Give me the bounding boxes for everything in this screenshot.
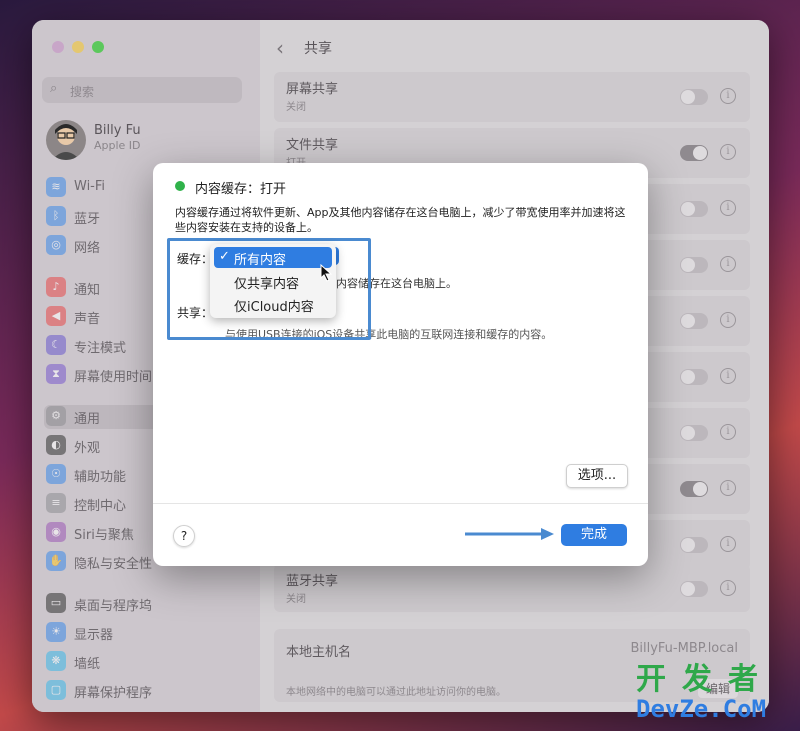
search-input[interactable]: ⌕ 搜索 — [42, 77, 242, 103]
done-button[interactable]: 完成 — [561, 524, 627, 546]
row-status: 关闭 — [286, 102, 306, 113]
info-icon[interactable]: i — [720, 256, 736, 272]
sidebar-item-label: 网络 — [74, 241, 101, 256]
service-toggle[interactable] — [680, 425, 708, 441]
service-toggle[interactable] — [680, 581, 708, 597]
siri-icon: ◉ — [46, 522, 66, 542]
sharing-row: 屏幕共享关闭 i — [274, 72, 750, 122]
appearance-icon: ◐ — [46, 435, 66, 455]
row-title: 蓝牙共享 — [286, 574, 339, 589]
sidebar-item-label: 显示器 — [74, 628, 114, 643]
user-avatar-icon — [52, 124, 80, 160]
dialog-divider — [153, 503, 648, 504]
service-toggle[interactable] — [680, 313, 708, 329]
close-window-button[interactable] — [52, 41, 64, 53]
screensaver-icon: ▢ — [46, 680, 66, 700]
service-toggle[interactable] — [680, 145, 708, 161]
gear-icon: ⚙ — [46, 406, 66, 426]
service-toggle[interactable] — [680, 201, 708, 217]
sidebar-item-16[interactable]: ▢ 屏幕保护程序 — [44, 679, 244, 703]
info-icon[interactable]: i — [720, 536, 736, 552]
wifi-icon: ≋ — [46, 177, 66, 197]
minimize-window-button[interactable] — [72, 41, 84, 53]
zoom-window-button[interactable] — [92, 41, 104, 53]
sidebar-item-label: 声音 — [74, 312, 101, 327]
search-icon: ⌕ — [50, 81, 58, 96]
page-title: 共享 — [304, 41, 332, 57]
dialog-description: 内容缓存通过将软件更新、App及其他内容储存在这台电脑上，减少了带宽使用率并加速… — [175, 206, 626, 234]
options-button[interactable]: 选项... — [566, 464, 628, 488]
hand-icon: ✋ — [46, 551, 66, 571]
info-icon[interactable]: i — [720, 88, 736, 104]
control-center-icon: ≡ — [46, 493, 66, 513]
cache-dropdown-menu: ✓ 所有内容 仅共享内容 仅iCloud内容 — [210, 244, 336, 318]
row-status: 关闭 — [286, 594, 306, 605]
help-button[interactable]: ? — [173, 525, 195, 547]
info-icon[interactable]: i — [720, 580, 736, 596]
mouse-cursor-icon — [320, 264, 333, 282]
user-subtitle: Apple ID — [94, 139, 141, 152]
menu-item-icloud-content[interactable]: 仅iCloud内容 — [214, 294, 332, 315]
info-icon[interactable]: i — [720, 200, 736, 216]
dock-icon: ▭ — [46, 593, 66, 613]
back-chevron-icon[interactable]: ‹ — [276, 36, 284, 60]
sidebar-item-label: Wi-Fi — [74, 179, 106, 194]
info-icon[interactable]: i — [720, 480, 736, 496]
status-dot — [175, 181, 185, 191]
checkmark-icon: ✓ — [219, 249, 230, 264]
sidebar-item-label: 通知 — [74, 283, 101, 298]
content-caching-dialog: 内容缓存：打开 内容缓存通过将软件更新、App及其他内容储存在这台电脑上，减少了… — [153, 163, 648, 566]
sidebar-item-label: 隐私与安全性 — [74, 557, 153, 572]
search-placeholder: 搜索 — [70, 85, 95, 99]
service-toggle[interactable] — [680, 369, 708, 385]
sidebar-item-15[interactable]: ❋ 墙纸 — [44, 650, 244, 674]
sidebar-item-label: 桌面与程序坞 — [74, 599, 153, 614]
menu-item-all-content[interactable]: ✓ 所有内容 — [214, 247, 332, 268]
globe-icon: ◎ — [46, 235, 66, 255]
sharing-row: 蓝牙共享关闭 i — [274, 564, 750, 612]
menu-item-shared-content[interactable]: 仅共享内容 — [214, 271, 332, 292]
hostname-label: 本地主机名 — [286, 645, 352, 660]
row-title: 文件共享 — [286, 138, 339, 153]
row-title: 屏幕共享 — [286, 82, 339, 97]
sidebar-item-13[interactable]: ▭ 桌面与程序坞 — [44, 592, 244, 616]
sidebar-item-label: 辅助功能 — [74, 470, 127, 485]
avatar[interactable] — [46, 120, 86, 160]
sidebar-item-label: 专注模式 — [74, 341, 127, 356]
bell-icon: ♪ — [46, 277, 66, 297]
info-icon[interactable]: i — [720, 368, 736, 384]
bluetooth-icon: ᛒ — [46, 206, 66, 226]
sidebar-item-label: 外观 — [74, 441, 101, 456]
watermark-line1: 开发者 — [636, 662, 774, 697]
sidebar-item-label: 屏幕使用时间 — [74, 370, 153, 385]
info-icon[interactable]: i — [720, 424, 736, 440]
service-toggle[interactable] — [680, 89, 708, 105]
watermark: 开发者 DevZe.CoM — [636, 662, 774, 723]
sidebar-item-label: 控制中心 — [74, 499, 127, 514]
display-icon: ☀ — [46, 622, 66, 642]
sidebar-item-label: 墙纸 — [74, 657, 101, 672]
hostname-description: 本地网络中的电脑可以通过此地址访问你的电脑。 — [286, 687, 506, 698]
dialog-status-title: 内容缓存：打开 — [195, 182, 287, 197]
sidebar-item-label: 蓝牙 — [74, 212, 101, 227]
moon-icon: ☾ — [46, 335, 66, 355]
service-toggle[interactable] — [680, 257, 708, 273]
hourglass-icon: ⧗ — [46, 364, 66, 384]
info-icon[interactable]: i — [720, 312, 736, 328]
accessibility-icon: ☉ — [46, 464, 66, 484]
user-name: Billy Fu — [94, 123, 141, 138]
sidebar-item-label: 屏幕保护程序 — [74, 686, 153, 701]
sidebar-item-label: Siri与聚焦 — [74, 528, 134, 543]
wallpaper-icon: ❋ — [46, 651, 66, 671]
annotation-arrow-icon — [465, 528, 554, 540]
sidebar-item-14[interactable]: ☀ 显示器 — [44, 621, 244, 645]
service-toggle[interactable] — [680, 537, 708, 553]
info-icon[interactable]: i — [720, 144, 736, 160]
speaker-icon: ◀ — [46, 306, 66, 326]
service-toggle[interactable] — [680, 481, 708, 497]
watermark-line2: DevZe.CoM — [636, 695, 767, 723]
hostname-value: BillyFu-MBP.local — [630, 641, 738, 656]
sidebar-item-label: 通用 — [74, 412, 101, 427]
